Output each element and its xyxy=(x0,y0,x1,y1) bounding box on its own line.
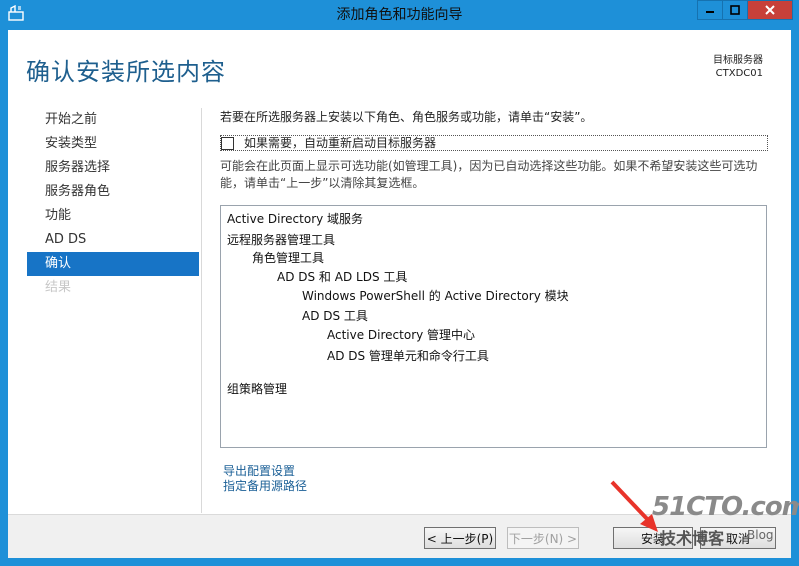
target-server-label: 目标服务器 xyxy=(713,55,763,66)
nav-item-installation-type[interactable]: 安装类型 xyxy=(27,132,199,156)
restart-option[interactable]: 如果需要，自动重新启动目标服务器 xyxy=(220,135,768,151)
minimize-button[interactable] xyxy=(697,0,723,20)
restart-label[interactable]: 如果需要，自动重新启动目标服务器 xyxy=(244,136,436,150)
close-button[interactable] xyxy=(747,0,793,20)
alternate-source-link[interactable]: 指定备用源路径 xyxy=(223,479,307,494)
target-server-value: CTXDC01 xyxy=(715,68,763,79)
target-server-info: 目标服务器 CTXDC01 xyxy=(713,54,763,80)
confirmation-content: 若要在所选服务器上安装以下角色、角色服务或功能，请单击“安装”。 如果需要，自动… xyxy=(220,108,780,493)
list-item: 组策略管理 xyxy=(227,382,288,396)
maximize-icon xyxy=(730,5,740,15)
nav-item-features[interactable]: 功能 xyxy=(27,204,199,228)
close-icon xyxy=(765,5,775,15)
watermark-logo: 51CTO.com xyxy=(652,492,799,522)
list-item: 远程服务器管理工具 xyxy=(227,233,336,247)
list-item: Windows PowerShell 的 Active Directory 模块 xyxy=(302,289,569,303)
list-item: Active Directory 域服务 xyxy=(227,212,364,226)
window-title: 添加角色和功能向导 xyxy=(336,7,463,23)
nav-item-results: 结果 xyxy=(45,280,72,295)
previous-button[interactable]: < 上一步(P) xyxy=(424,527,496,549)
watermark-subtitle: 技术博客 xyxy=(660,529,725,548)
list-item: AD DS 和 AD LDS 工具 xyxy=(277,270,408,284)
optional-features-note: 可能会在此页面上显示可选功能(如管理工具)，因为已自动选择这些功能。如果不希望安… xyxy=(220,159,758,190)
minimize-icon xyxy=(706,11,714,13)
list-item: AD DS 管理单元和命令行工具 xyxy=(327,349,489,363)
wizard-client-area: 确认安装所选内容 目标服务器 CTXDC01 开始之前 安装类型 服务器选择 服… xyxy=(8,30,791,558)
page-title: 确认安装所选内容 xyxy=(26,58,226,86)
maximize-button[interactable] xyxy=(722,0,748,20)
wizard-nav: 开始之前 安装类型 服务器选择 服务器角色 功能 AD DS 确认 结果 xyxy=(27,108,199,300)
wizard-window: 添加角色和功能向导 确认安装所选内容 目标服务器 CTXDC01 开始之前 安装… xyxy=(0,0,799,566)
nav-item-ad-ds[interactable]: AD DS xyxy=(27,228,199,252)
nav-item-server-roles[interactable]: 服务器角色 xyxy=(27,180,199,204)
export-config-link[interactable]: 导出配置设置 xyxy=(223,464,307,479)
content-links: 导出配置设置 指定备用源路径 xyxy=(223,464,307,494)
title-bar[interactable]: 添加角色和功能向导 xyxy=(0,0,799,26)
nav-item-server-selection[interactable]: 服务器选择 xyxy=(27,156,199,180)
list-item: AD DS 工具 xyxy=(302,309,368,323)
list-item: 角色管理工具 xyxy=(252,251,325,265)
restart-checkbox[interactable] xyxy=(221,137,234,150)
nav-item-before-you-begin[interactable]: 开始之前 xyxy=(27,108,199,132)
nav-item-confirmation[interactable]: 确认 xyxy=(27,252,199,276)
list-item: Active Directory 管理中心 xyxy=(327,328,476,342)
watermark-blog: Blog xyxy=(747,528,774,542)
intro-text: 若要在所选服务器上安装以下角色、角色服务或功能，请单击“安装”。 xyxy=(220,110,593,124)
nav-divider xyxy=(201,108,202,513)
features-list[interactable]: Active Directory 域服务 远程服务器管理工具 角色管理工具 AD… xyxy=(220,205,767,448)
next-button: 下一步(N) > xyxy=(507,527,579,549)
